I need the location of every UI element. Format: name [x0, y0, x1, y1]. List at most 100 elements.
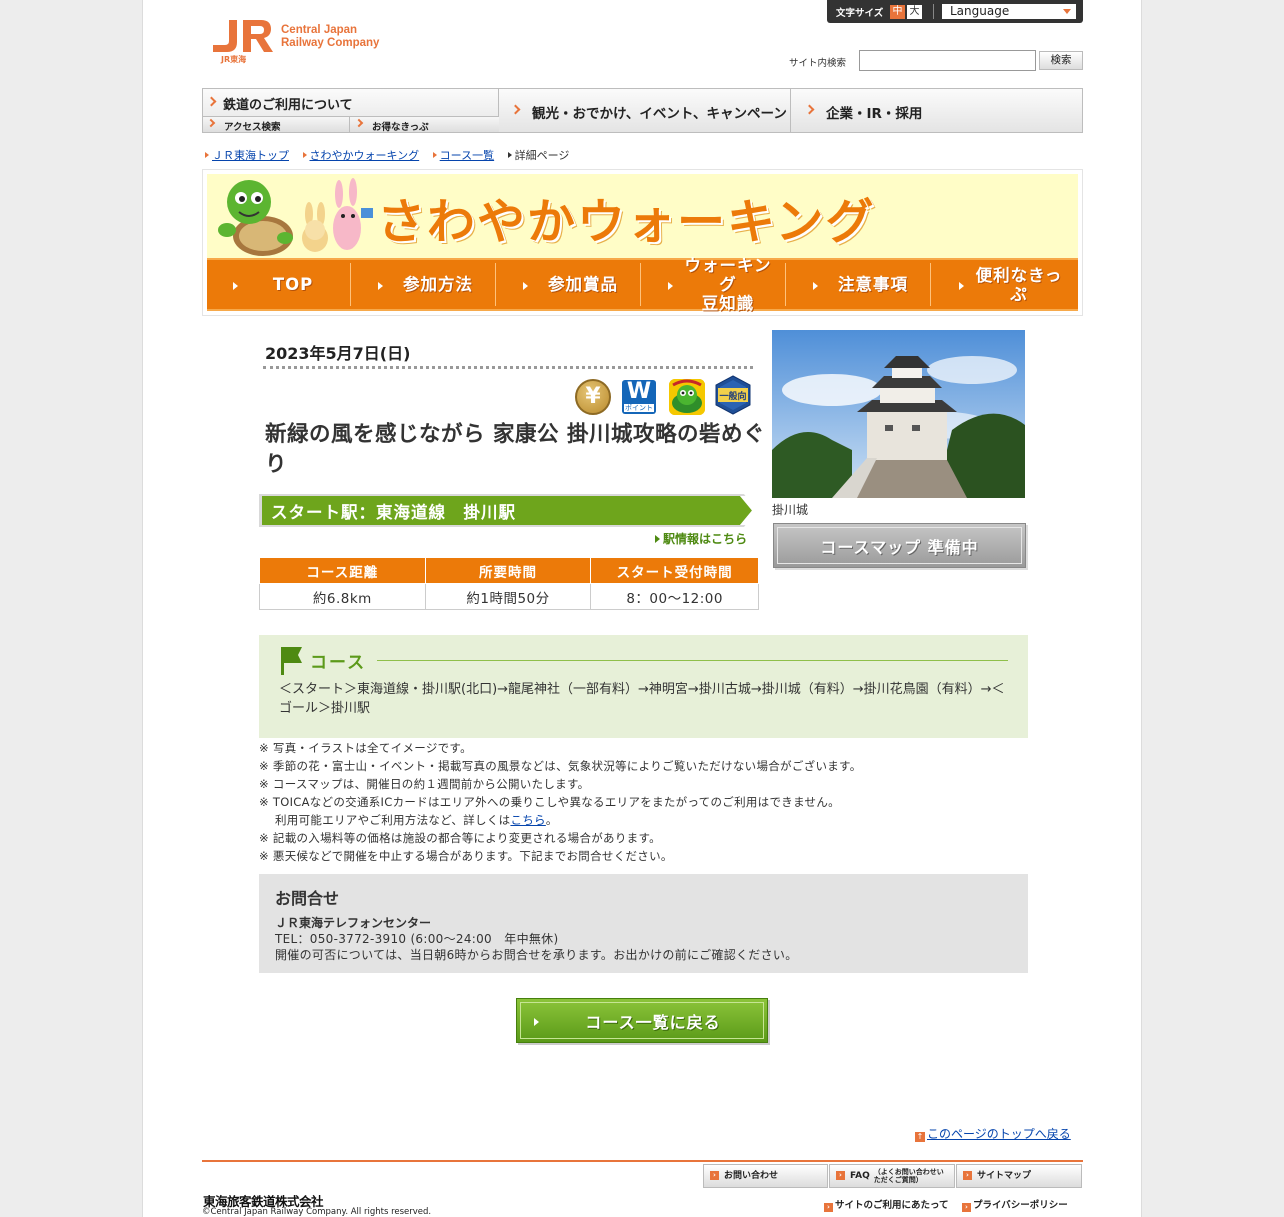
table-cell-distance: 約6.8km — [259, 583, 426, 610]
triangle-icon — [668, 282, 673, 290]
breadcrumb-item[interactable]: コース一覧 — [432, 147, 494, 163]
footer-privacy-link[interactable]: › プライバシーポリシー — [962, 1197, 1068, 1212]
banner-nav-top[interactable]: TOP — [207, 263, 351, 306]
breadcrumb-link-walking[interactable]: さわやかウォーキング — [310, 149, 420, 162]
jr-central-logo[interactable]: JR東海 Central Japan Railway Company — [207, 16, 397, 66]
yen-fee-badge-icon: ¥ — [575, 379, 611, 415]
contact-phone: TEL：050-3772-3910 (6:00～24:00 年中無休) — [275, 932, 559, 946]
note-item: ※ TOICAなどの交通系ICカードはエリア外への乗りこしや異なるエリアをまたが… — [259, 795, 840, 809]
contact-title: お問合せ — [275, 889, 340, 908]
nav-railway[interactable]: 鉄道のご利用について アクセス検索 お得なきっぷ — [203, 89, 499, 133]
nav-tickets[interactable]: お得なきっぷ — [351, 117, 499, 133]
site-search-input[interactable] — [859, 50, 1036, 71]
nav-sightseeing[interactable]: 観光・おでかけ、イベント、キャンペーン — [500, 89, 791, 132]
divider — [933, 4, 934, 19]
nav-corporate-label: 企業・IR・採用 — [826, 106, 923, 122]
nav-access-search[interactable]: アクセス検索 — [203, 117, 350, 133]
banner-nav-label: ウォーキング 豆知識 — [684, 256, 772, 313]
nav-corporate[interactable]: 企業・IR・採用 — [792, 89, 1082, 132]
course-section: コース ＜スタート＞東海道線・掛川駅(北口)→龍尾神社（一部有料）→神明宮→掛川… — [259, 635, 1028, 738]
triangle-icon — [534, 1018, 539, 1026]
banner-nav-label: 参加賞品 — [548, 275, 618, 294]
dotted-divider — [263, 366, 753, 369]
banner-nav-label: 参加方法 — [403, 275, 473, 294]
nav-access-search-label: アクセス検索 — [224, 122, 281, 133]
course-map-button-label: コースマップ 準備中 — [777, 527, 1022, 564]
banner-nav-prizes[interactable]: 参加賞品 — [497, 263, 641, 306]
footer-faq-button[interactable]: › FAQ （よくお問い合わせいただくご質問） — [829, 1164, 955, 1188]
back-button-frame: コース一覧に戻る — [520, 1002, 764, 1039]
footer-divider — [202, 1160, 1083, 1162]
global-nav: 鉄道のご利用について アクセス検索 お得なきっぷ 観光・おでかけ、イベント、キャ… — [202, 88, 1083, 133]
w-point-letter: W — [626, 379, 652, 404]
banner-nav-tickets[interactable]: 便利なきっぷ — [933, 263, 1077, 306]
page: JR東海 Central Japan Railway Company 文字サイズ… — [142, 0, 1142, 1217]
banner-nav: TOP 参加方法 参加賞品 ウォーキング 豆知識 注意事項 便利なきっぷ — [207, 256, 1078, 313]
note-text: 利用可能エリアやご利用方法など、詳しくは — [275, 813, 511, 827]
page-top-link[interactable]: ↑ このページのトップへ戻る — [915, 1125, 1071, 1142]
arrow-right-icon: › — [710, 1171, 719, 1180]
table-cell-duration: 約1時間50分 — [424, 583, 592, 610]
ic-card-info-link[interactable]: こちら — [510, 813, 545, 827]
flag-icon — [281, 647, 302, 675]
nav-tickets-label: お得なきっぷ — [372, 122, 429, 133]
triangle-icon — [959, 282, 964, 290]
chevron-right-icon — [804, 104, 815, 115]
banner-nav-how-to-join[interactable]: 参加方法 — [352, 263, 496, 306]
breadcrumb-item: 詳細ページ — [507, 147, 570, 163]
start-station-text: スタート駅：東海道線 掛川駅 — [271, 503, 516, 522]
font-size-label: 文字サイズ — [836, 8, 884, 19]
station-info-link[interactable]: 駅情報はこちら — [655, 530, 747, 547]
footer-sitemap-label: サイトマップ — [977, 1171, 1032, 1181]
table-row: 約6.8km 約1時間50分 8：00～12:00 — [259, 583, 759, 610]
chevron-right-icon — [206, 96, 217, 107]
arrow-right-icon: › — [824, 1203, 833, 1212]
breadcrumb-item[interactable]: さわやかウォーキング — [302, 147, 420, 163]
event-title: 新緑の風を感じながら 家康公 掛川城攻略の砦めぐり — [265, 422, 765, 477]
breadcrumb-link-jr-top[interactable]: ＪＲ東海トップ — [212, 149, 289, 162]
banner-nav-walking-tips[interactable]: ウォーキング 豆知識 — [642, 256, 786, 313]
banner-nav-notes[interactable]: 注意事項 — [787, 263, 931, 306]
course-heading: コース — [310, 653, 367, 673]
breadcrumb-item[interactable]: ＪＲ東海トップ — [205, 147, 289, 163]
note-item: ※ 季節の花・富士山・イベント・掲載写真の風景などは、気象状況等によりご覧いただ… — [259, 759, 862, 773]
triangle-icon — [507, 152, 512, 158]
footer-faq-main: FAQ — [850, 1171, 870, 1181]
search-button[interactable]: 検索 — [1039, 51, 1083, 70]
footer-contact-label: お問い合わせ — [724, 1171, 779, 1181]
kakegawa-castle-photo — [772, 330, 1025, 498]
banner-nav-label: TOP — [272, 275, 314, 294]
arrow-right-icon: › — [962, 1203, 971, 1212]
footer-site-terms-link[interactable]: › サイトのご利用にあたって — [824, 1197, 949, 1212]
font-size-medium-button[interactable]: 中 — [890, 5, 905, 19]
logo-line1: Central Japan — [281, 24, 358, 36]
triangle-icon — [233, 282, 238, 290]
breadcrumb-current: 詳細ページ — [514, 149, 570, 162]
start-station-bar: スタート駅：東海道線 掛川駅 — [259, 494, 759, 527]
footer-faq-label: FAQ （よくお問い合わせいただくご質問） — [850, 1165, 944, 1187]
language-select[interactable]: Language — [942, 4, 1076, 19]
banner-inner: さわやかウォーキング TOP 参加方法 参加賞品 ウォーキング 豆知識 注意事項… — [207, 174, 1078, 313]
triangle-icon — [302, 152, 307, 158]
triangle-icon — [432, 152, 437, 158]
footer-sitemap-button[interactable]: › サイトマップ — [956, 1164, 1082, 1188]
back-to-course-list-button[interactable]: コース一覧に戻る — [516, 998, 768, 1043]
triangle-icon — [655, 535, 660, 543]
breadcrumb-link-course-list[interactable]: コース一覧 — [440, 149, 494, 162]
logo-text: Central Japan Railway Company — [281, 24, 379, 50]
footer-site-terms-label: サイトのご利用にあたって — [835, 1200, 949, 1211]
triangle-icon — [205, 152, 209, 158]
chevron-right-icon — [206, 118, 216, 128]
table-header-row: コース距離 所要時間 スタート受付時間 — [259, 557, 759, 584]
banner-title: さわやかウォーキング — [377, 194, 876, 250]
note-item: ※ コースマップは、開催日の約１週間前から公開いたします。 — [259, 777, 590, 791]
chevron-right-icon — [354, 118, 364, 128]
copyright: ©Central Japan Railway Company. All righ… — [202, 1207, 432, 1217]
note-item: ※ 悪天候などで開催を中止する場合があります。下記までお問合せください。 — [259, 849, 673, 863]
jr-logo-icon: JR東海 — [213, 20, 273, 64]
footer-contact-button[interactable]: › お問い合わせ — [703, 1164, 828, 1188]
svg-text:JR東海: JR東海 — [220, 54, 246, 64]
font-size-large-button[interactable]: 大 — [907, 5, 922, 19]
table-header-duration: 所要時間 — [424, 557, 592, 584]
table-header-distance: コース距離 — [259, 557, 426, 584]
